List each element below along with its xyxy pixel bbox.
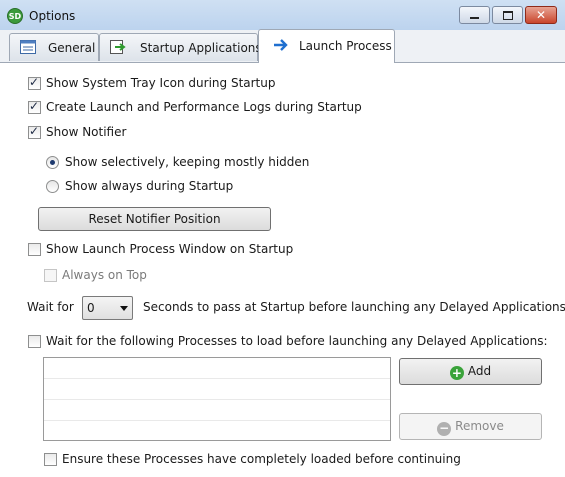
show-notifier-checkbox[interactable] [28,124,41,139]
add-process-button[interactable]: + Add [399,358,542,385]
close-icon: ✕ [535,8,547,22]
wait-for-label: Wait for [27,300,74,314]
startup-arrow-icon [110,40,126,54]
show-launch-window-checkbox[interactable] [28,243,41,256]
remove-process-label: Remove [455,419,504,433]
minimize-button[interactable] [459,6,490,24]
list-item [44,378,390,379]
window-icon [20,40,36,54]
wait-processes-checkbox[interactable] [28,335,41,348]
ensure-loaded-label: Ensure these Processes have completely l… [62,452,461,466]
show-notifier-label: Show Notifier [46,125,127,139]
options-window: SD Options ✕ General Startup Application… [0,0,565,477]
tab-startup-applications-label: Startup Applications [140,41,262,55]
title-bar[interactable]: SD Options ✕ [0,0,565,31]
launch-process-panel: Show System Tray Icon during Startup Cre… [8,63,565,477]
create-logs-checkbox[interactable] [28,99,41,114]
maximize-button[interactable] [492,6,523,24]
list-item [44,399,390,400]
tab-startup-applications[interactable]: Startup Applications [99,33,262,61]
chevron-down-icon [120,306,128,311]
list-item [44,420,390,421]
ensure-loaded-checkbox[interactable] [44,453,57,466]
tab-launch-process-label: Launch Process [299,39,392,53]
app-icon: SD [7,8,23,24]
reset-notifier-position-button[interactable]: Reset Notifier Position [38,207,271,231]
tab-general[interactable]: General [9,33,99,61]
wait-seconds-dropdown[interactable]: 0 [82,296,133,320]
wait-processes-label: Wait for the following Processes to load… [46,334,548,348]
notifier-always-label: Show always during Startup [65,179,234,193]
create-logs-label: Create Launch and Performance Logs durin… [46,100,362,114]
process-list[interactable] [43,357,391,441]
add-process-label: Add [467,364,492,378]
add-icon: + [449,366,464,380]
tab-launch-process[interactable]: Launch Process [258,29,395,63]
reset-notifier-position-label: Reset Notifier Position [88,212,221,226]
notifier-always-radio[interactable] [46,180,59,193]
show-tray-icon-label: Show System Tray Icon during Startup [46,76,276,90]
arrow-right-icon [274,39,288,51]
notifier-selective-radio[interactable] [46,156,59,169]
close-button[interactable]: ✕ [525,6,557,24]
tab-general-label: General [48,41,96,55]
always-on-top-checkbox[interactable] [44,269,57,282]
notifier-selective-label: Show selectively, keeping mostly hidden [65,155,310,169]
always-on-top-label: Always on Top [62,268,147,282]
window-title: Options [29,9,76,23]
wait-seconds-suffix: Seconds to pass at Startup before launch… [143,300,565,314]
show-tray-icon-checkbox[interactable] [28,75,41,90]
show-launch-window-label: Show Launch Process Window on Startup [46,242,294,256]
remove-process-button[interactable]: − Remove [399,413,542,440]
remove-icon: − [437,421,452,436]
wait-seconds-value: 0 [87,301,95,315]
